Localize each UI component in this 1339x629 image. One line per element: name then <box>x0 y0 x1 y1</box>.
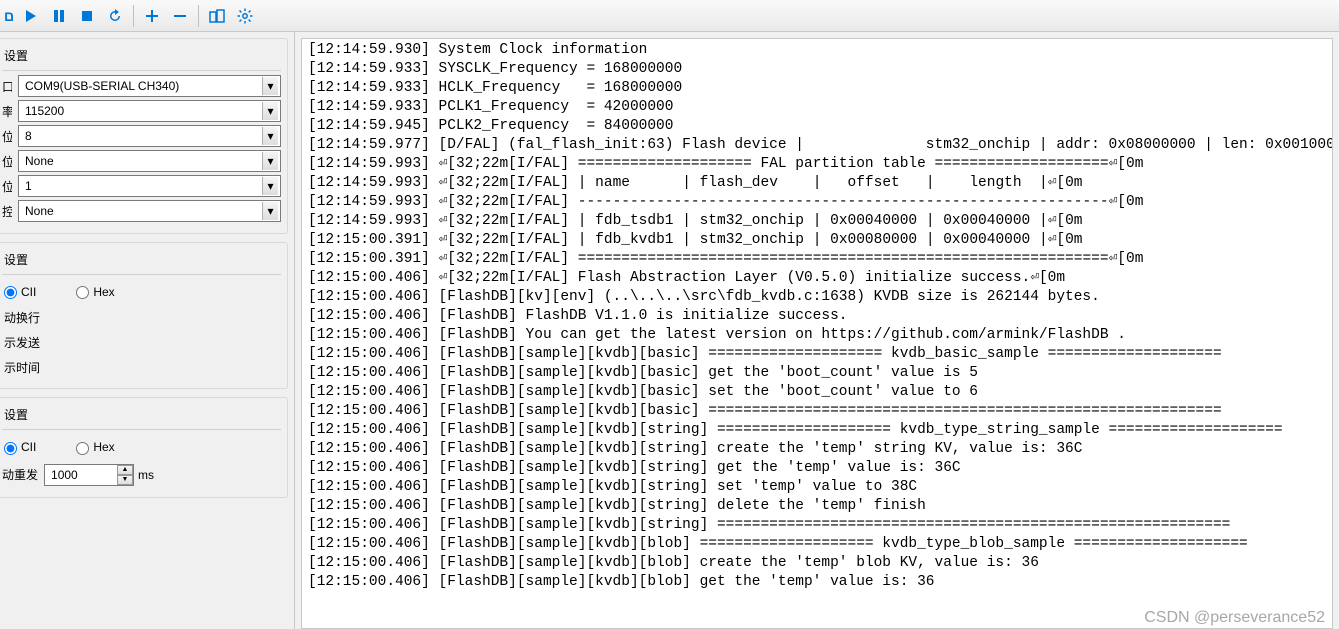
port-value: COM9(USB-SERIAL CH340) <box>25 79 179 93</box>
recv-hex-radio[interactable]: Hex <box>76 285 114 299</box>
resend-label: 动重发 <box>2 466 38 483</box>
play-button[interactable] <box>18 3 44 29</box>
restart-button[interactable] <box>102 3 128 29</box>
chevron-down-icon: ▾ <box>262 177 278 195</box>
log-console[interactable]: [12:14:59.930] System Clock information … <box>301 38 1333 629</box>
spin-up-icon[interactable]: ▲ <box>117 465 133 475</box>
port-settings-group: 设置 口 COM9(USB-SERIAL CH340) ▾ 率 115200 ▾ 位… <box>0 38 288 234</box>
chevron-down-icon: ▾ <box>262 102 278 120</box>
databits-label: 位 <box>2 128 12 145</box>
databits-combo[interactable]: 8▾ <box>18 125 281 147</box>
chevron-down-icon: ▾ <box>262 77 278 95</box>
recv-settings-group: 设置 CII Hex 动换行 示发送 示时间 <box>0 242 288 389</box>
settings-button[interactable] <box>232 3 258 29</box>
group-title: 设置 <box>2 43 281 71</box>
stopbits-combo[interactable]: 1▾ <box>18 175 281 197</box>
send-settings-group: 设置 CII Hex 动重发 ▲▼ ms <box>0 397 288 497</box>
minus-button[interactable] <box>167 3 193 29</box>
group-title: 设置 <box>2 402 281 430</box>
baud-combo[interactable]: 115200 ▾ <box>18 100 281 122</box>
showtime-check[interactable]: 示时间 <box>4 361 40 375</box>
plus-button[interactable] <box>139 3 165 29</box>
chevron-down-icon: ▾ <box>262 202 278 220</box>
group-title: 设置 <box>2 247 281 275</box>
chevron-down-icon: ▾ <box>262 127 278 145</box>
logo-fragment: ם <box>4 8 14 24</box>
pause-button[interactable] <box>46 3 72 29</box>
spin-down-icon[interactable]: ▼ <box>117 475 133 485</box>
baud-label: 率 <box>2 103 12 120</box>
parity-combo[interactable]: None ▾ <box>18 150 281 172</box>
flow-label: 控 <box>2 203 12 220</box>
send-hex-radio[interactable]: Hex <box>76 440 114 454</box>
send-ascii-radio[interactable]: CII <box>4 440 36 454</box>
autowrap-check[interactable]: 动换行 <box>4 311 40 325</box>
stopbits-label: 位 <box>2 178 12 195</box>
port-label: 口 <box>2 78 12 95</box>
parity-value: None <box>25 154 54 168</box>
parity-label: 位 <box>2 153 12 170</box>
stop-button[interactable] <box>74 3 100 29</box>
windows-button[interactable] <box>204 3 230 29</box>
toolbar: ם <box>0 0 1339 32</box>
showsend-check[interactable]: 示发送 <box>4 336 40 350</box>
recv-ascii-radio[interactable]: CII <box>4 285 36 299</box>
chevron-down-icon: ▾ <box>262 152 278 170</box>
resend-unit: ms <box>138 468 154 482</box>
stopbits-value: 1 <box>25 179 32 193</box>
baud-value: 115200 <box>25 104 64 118</box>
port-combo[interactable]: COM9(USB-SERIAL CH340) ▾ <box>18 75 281 97</box>
databits-value: 8 <box>25 129 32 143</box>
flow-combo[interactable]: None ▾ <box>18 200 281 222</box>
left-panel: 设置 口 COM9(USB-SERIAL CH340) ▾ 率 115200 ▾ 位… <box>0 32 295 629</box>
flow-value: None <box>25 204 54 218</box>
